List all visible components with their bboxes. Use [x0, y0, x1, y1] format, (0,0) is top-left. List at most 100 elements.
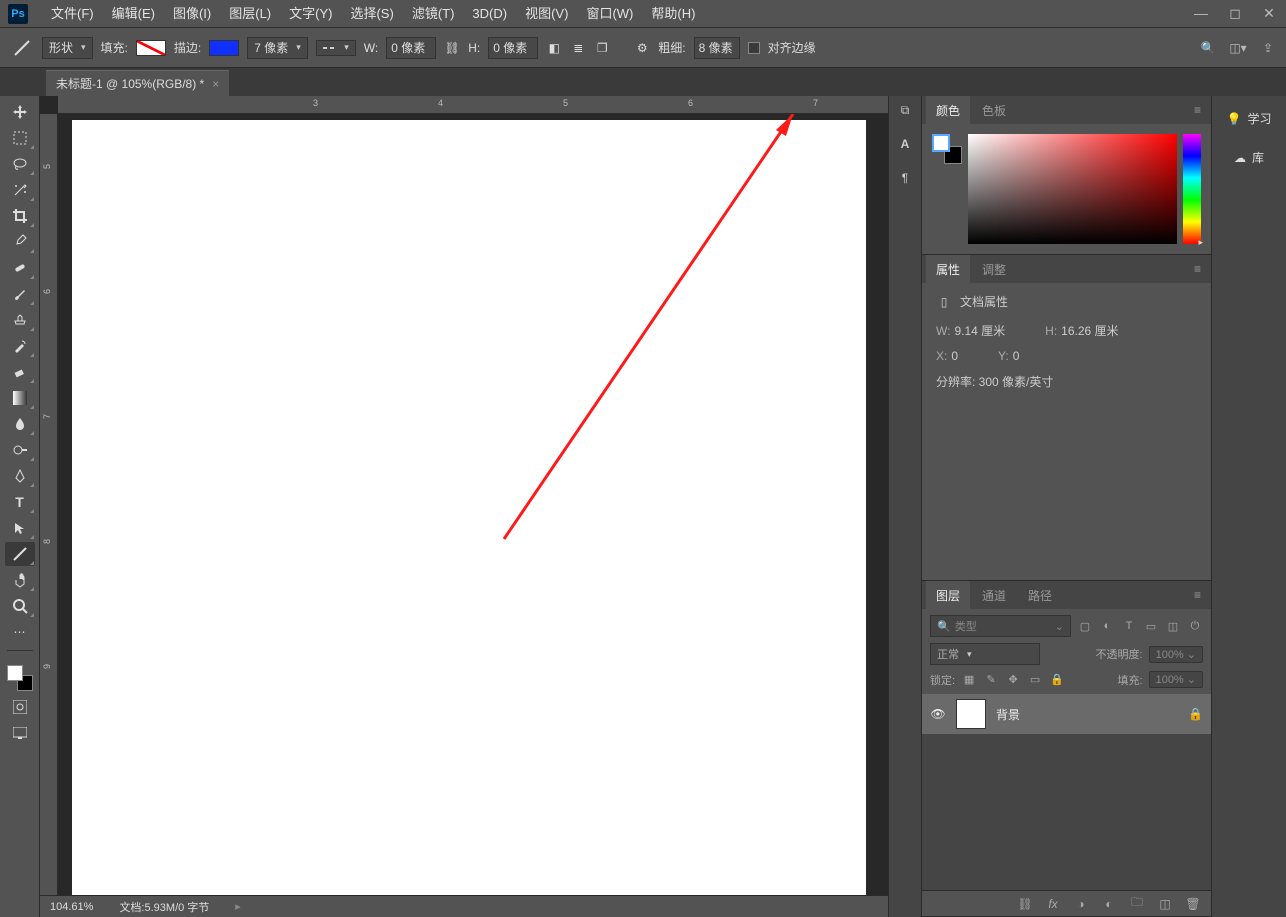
path-arrange-icon[interactable]: ❐	[594, 40, 610, 56]
tab-layers[interactable]: 图层	[926, 581, 970, 609]
new-layer-icon[interactable]: ◫	[1157, 896, 1173, 912]
tab-adjustments[interactable]: 调整	[972, 255, 1016, 283]
group-icon[interactable]: 🗀	[1129, 896, 1145, 912]
color-panel-menu-icon[interactable]: ≡	[1188, 103, 1207, 117]
width-field[interactable]: 0 像素	[386, 37, 436, 59]
tool-mode-dropdown[interactable]: 形状	[42, 37, 93, 59]
menu-select[interactable]: 选择(S)	[341, 0, 402, 28]
align-edges-checkbox[interactable]	[748, 42, 760, 54]
quickmask-icon[interactable]	[5, 695, 35, 719]
stroke-swatch[interactable]	[209, 40, 239, 56]
opacity-field[interactable]: 100% ⌄	[1149, 646, 1203, 663]
magic-wand-tool[interactable]	[5, 178, 35, 202]
path-align-icon[interactable]: ≣	[570, 40, 586, 56]
lasso-tool[interactable]	[5, 152, 35, 176]
libraries-panel-button[interactable]: ☁库	[1234, 149, 1264, 166]
fx-icon[interactable]: fx	[1045, 896, 1061, 912]
menu-view[interactable]: 视图(V)	[516, 0, 577, 28]
history-panel-icon[interactable]: ⧉	[897, 102, 913, 118]
history-brush-tool[interactable]	[5, 334, 35, 358]
window-minimize-icon[interactable]: —	[1192, 5, 1210, 22]
lock-paint-icon[interactable]: ✎	[983, 672, 999, 688]
learn-panel-button[interactable]: 💡学习	[1227, 110, 1272, 127]
trash-icon[interactable]: 🗑	[1185, 896, 1201, 912]
layer-name[interactable]: 背景	[996, 706, 1020, 723]
color-swatches[interactable]	[5, 663, 35, 693]
paragraph-panel-icon[interactable]: ¶	[897, 170, 913, 186]
fill-swatch[interactable]	[136, 40, 166, 56]
stroke-width-field[interactable]: 7 像素	[247, 37, 308, 59]
gear-icon[interactable]: ⚙	[634, 40, 650, 56]
canvas-viewport[interactable]	[58, 114, 888, 895]
fill-opacity-field[interactable]: 100% ⌄	[1149, 671, 1203, 688]
layers-panel-menu-icon[interactable]: ≡	[1188, 588, 1207, 602]
blur-tool[interactable]	[5, 412, 35, 436]
menu-image[interactable]: 图像(I)	[164, 0, 220, 28]
pen-tool[interactable]	[5, 464, 35, 488]
search-icon[interactable]: 🔍	[1200, 40, 1216, 56]
clone-stamp-tool[interactable]	[5, 308, 35, 332]
doc-size[interactable]: 文档:5.93M/0 字节	[119, 899, 209, 915]
properties-panel-menu-icon[interactable]: ≡	[1188, 262, 1207, 276]
dodge-tool[interactable]	[5, 438, 35, 462]
document-tab[interactable]: 未标题-1 @ 105%(RGB/8) * ×	[46, 70, 229, 96]
lock-icon[interactable]: 🔒	[1188, 707, 1203, 721]
type-tool[interactable]: T	[5, 490, 35, 514]
layer-filter-field[interactable]: 🔍 类型⌄	[930, 615, 1071, 637]
layer-thumbnail[interactable]	[956, 699, 986, 729]
lock-all-icon[interactable]: 🔒	[1049, 672, 1065, 688]
link-wh-icon[interactable]: ⛓	[444, 40, 460, 56]
menu-filter[interactable]: 滤镜(T)	[403, 0, 464, 28]
hue-slider[interactable]	[1183, 134, 1201, 244]
tab-paths[interactable]: 路径	[1018, 581, 1062, 609]
edit-toolbar-icon[interactable]: ⋯	[5, 620, 35, 644]
close-tab-icon[interactable]: ×	[212, 77, 219, 91]
lock-artboard-icon[interactable]: ▭	[1027, 672, 1043, 688]
link-layers-icon[interactable]: ⛓	[1017, 896, 1033, 912]
brush-tool[interactable]	[5, 282, 35, 306]
menu-help[interactable]: 帮助(H)	[642, 0, 704, 28]
line-shape-tool[interactable]	[5, 542, 35, 566]
zoom-tool[interactable]	[5, 594, 35, 618]
crop-tool[interactable]	[5, 204, 35, 228]
menu-layer[interactable]: 图层(L)	[220, 0, 280, 28]
path-ops-icon[interactable]: ◧	[546, 40, 562, 56]
workspace-icon[interactable]: ◫▾	[1230, 40, 1246, 56]
tab-properties[interactable]: 属性	[926, 255, 970, 283]
adjustment-layer-icon[interactable]: ◐	[1101, 896, 1117, 912]
path-select-tool[interactable]	[5, 516, 35, 540]
tab-swatches[interactable]: 色板	[972, 96, 1016, 124]
menu-file[interactable]: 文件(F)	[42, 0, 103, 28]
filter-smart-icon[interactable]: ◫	[1165, 618, 1181, 634]
menu-type[interactable]: 文字(Y)	[280, 0, 341, 28]
menu-3d[interactable]: 3D(D)	[463, 0, 516, 28]
lock-pixels-icon[interactable]: ▦	[961, 672, 977, 688]
stroke-style-dropdown[interactable]	[316, 40, 356, 56]
window-close-icon[interactable]: ✕	[1260, 5, 1278, 22]
tab-color[interactable]: 颜色	[926, 96, 970, 124]
ruler-vertical[interactable]: 5 6 7 8 9	[40, 114, 58, 895]
filter-adjust-icon[interactable]: ◐	[1099, 618, 1115, 634]
height-field[interactable]: 0 像素	[488, 37, 538, 59]
ruler-horizontal[interactable]: 3 4 5 6 7	[58, 96, 888, 114]
move-tool[interactable]	[5, 100, 35, 124]
weight-field[interactable]: 8 像素	[694, 37, 740, 59]
character-panel-icon[interactable]: A	[897, 136, 913, 152]
line-tool-icon[interactable]	[10, 36, 34, 60]
mask-icon[interactable]: ◑	[1073, 896, 1089, 912]
filter-shape-icon[interactable]: ▭	[1143, 618, 1159, 634]
visibility-icon[interactable]: 👁	[930, 706, 946, 722]
marquee-tool[interactable]	[5, 126, 35, 150]
color-fgbg[interactable]	[932, 134, 962, 164]
menu-window[interactable]: 窗口(W)	[577, 0, 642, 28]
document-canvas[interactable]	[72, 120, 866, 895]
menu-edit[interactable]: 编辑(E)	[103, 0, 164, 28]
filter-type-icon[interactable]: T	[1121, 618, 1137, 634]
eraser-tool[interactable]	[5, 360, 35, 384]
screenmode-icon[interactable]	[5, 721, 35, 745]
tab-channels[interactable]: 通道	[972, 581, 1016, 609]
blend-mode-dropdown[interactable]: 正常	[930, 643, 1040, 665]
zoom-level[interactable]: 104.61%	[50, 901, 93, 913]
gradient-tool[interactable]	[5, 386, 35, 410]
window-maximize-icon[interactable]: ◻	[1226, 5, 1244, 22]
